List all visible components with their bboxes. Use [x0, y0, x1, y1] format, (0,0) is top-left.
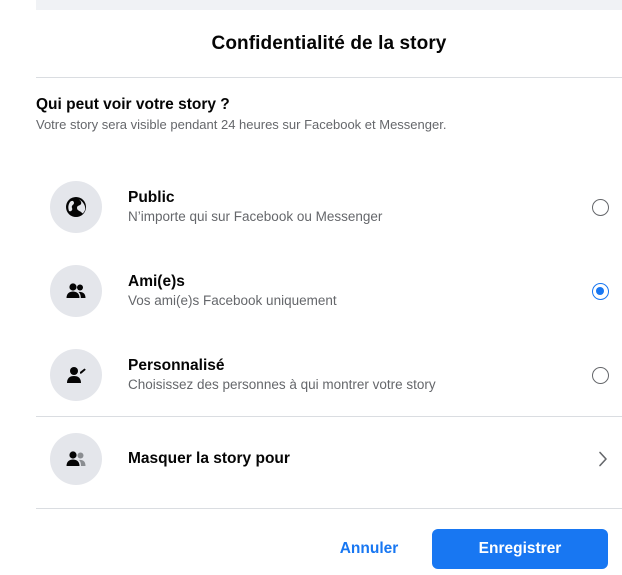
- radio-public[interactable]: [592, 198, 609, 216]
- globe-icon: [50, 181, 102, 233]
- hide-people-icon: [50, 433, 102, 485]
- hide-story-row[interactable]: Masquer la story pour: [50, 426, 622, 492]
- dialog-header: Confidentialité de la story: [36, 10, 622, 78]
- story-privacy-dialog: Confidentialité de la story Qui peut voi…: [36, 10, 622, 575]
- chevron-right-icon: [599, 451, 607, 467]
- option-description: N’importe qui sur Facebook ou Messenger: [128, 209, 383, 224]
- option-title: Ami(e)s: [128, 273, 185, 290]
- option-title: Personnalisé: [128, 357, 225, 374]
- audience-subheading: Votre story sera visible pendant 24 heur…: [36, 117, 447, 132]
- save-button[interactable]: Enregistrer: [432, 529, 608, 569]
- option-title: Public: [128, 189, 175, 206]
- radio-friends[interactable]: [592, 282, 609, 300]
- section-divider: [36, 416, 622, 417]
- hide-story-label: Masquer la story pour: [128, 450, 290, 467]
- dialog-footer: Annuler Enregistrer: [36, 529, 622, 569]
- option-public[interactable]: Public N’importe qui sur Facebook ou Mes…: [50, 174, 622, 240]
- option-description: Vos ami(e)s Facebook uniquement: [128, 293, 337, 308]
- audience-heading: Qui peut voir votre story ?: [36, 96, 230, 113]
- background-strip: [0, 0, 622, 10]
- custom-person-icon: [50, 349, 102, 401]
- dialog-title: Confidentialité de la story: [211, 32, 447, 54]
- option-custom[interactable]: Personnalisé Choisissez des personnes à …: [50, 342, 622, 408]
- friends-icon: [50, 265, 102, 317]
- option-description: Choisissez des personnes à qui montrer v…: [128, 377, 436, 392]
- footer-divider: [36, 508, 622, 509]
- radio-custom[interactable]: [592, 366, 609, 384]
- option-friends[interactable]: Ami(e)s Vos ami(e)s Facebook uniquement: [50, 258, 622, 324]
- cancel-button[interactable]: Annuler: [314, 529, 424, 569]
- dialog-left-edge: [0, 0, 36, 575]
